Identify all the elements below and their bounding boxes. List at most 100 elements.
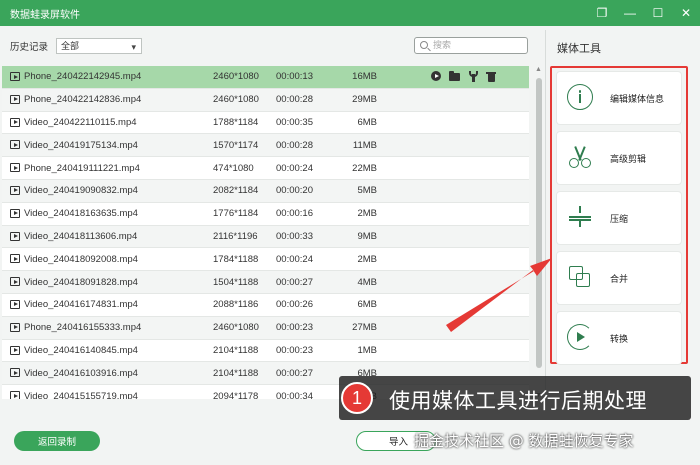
- file-name: Video_240416140845.mp4: [24, 344, 138, 356]
- table-row[interactable]: Video_240416174831.mp4 2088*1186 00:00:26 6…: [2, 293, 529, 317]
- media-tool-button[interactable]: 压缩: [557, 192, 681, 244]
- watermark: 掘金技术社区 @ 数据蛙恢复专家: [414, 432, 634, 450]
- back-to-record-button[interactable]: 返回录制: [14, 431, 100, 451]
- table-row[interactable]: Video_240418113606.mp4 2116*1196 00:00:33 9…: [2, 225, 529, 249]
- file-resolution: 2104*1188: [213, 344, 259, 356]
- info-icon: [567, 84, 593, 110]
- file-size: 22MB: [352, 162, 377, 174]
- file-resolution: 474*1080: [213, 162, 254, 174]
- table-row[interactable]: Video_240418091828.mp4 1504*1188 00:00:27 4…: [2, 271, 529, 294]
- file-size: 11MB: [352, 139, 377, 151]
- file-name: Video_240418091828.mp4: [24, 276, 138, 288]
- folder-icon[interactable]: [449, 71, 460, 81]
- file-name: Video_240416103916.mp4: [24, 367, 138, 379]
- chevron-down-icon: ▾: [131, 42, 136, 52]
- media-tools-title: 媒体工具: [557, 43, 601, 55]
- file-name: Phone_240416155333.mp4: [24, 322, 142, 334]
- history-filter-value: 全部: [61, 41, 80, 51]
- file-name: Video_240422110115.mp4: [24, 116, 137, 128]
- media-tool-label: 编辑媒体信息: [610, 93, 665, 104]
- video-file-icon: [10, 231, 20, 241]
- file-resolution: 1504*1188: [213, 276, 259, 288]
- file-resolution: 2460*1080: [213, 71, 259, 83]
- video-file-icon: [10, 277, 20, 287]
- file-resolution: 2094*1178: [213, 390, 259, 399]
- file-size: 6MB: [357, 116, 377, 128]
- file-duration: 00:00:23: [276, 322, 313, 334]
- file-size: 5MB: [357, 185, 377, 197]
- wrench-icon[interactable]: [468, 71, 478, 82]
- table-row[interactable]: Video_240416140845.mp4 2104*1188 00:00:23 1…: [2, 339, 529, 363]
- media-tool-button[interactable]: 转换: [557, 312, 681, 364]
- scroll-thumb[interactable]: [536, 78, 542, 368]
- file-duration: 00:00:23: [276, 344, 313, 356]
- file-duration: 00:00:27: [276, 276, 313, 288]
- step-badge: 1: [341, 382, 373, 414]
- history-filter-select[interactable]: 全部 ▾: [56, 38, 142, 54]
- file-resolution: 1788*1184: [213, 116, 259, 128]
- file-size: 1MB: [357, 344, 377, 356]
- file-name: Video_240418113606.mp4: [24, 230, 138, 242]
- scissors-icon: [567, 144, 593, 170]
- search-placeholder: 搜索: [433, 40, 452, 50]
- video-file-icon: [10, 72, 20, 81]
- title-bar: 数据蛙录屏软件 ❐ — ☐ ✕: [0, 0, 700, 26]
- video-file-icon: [10, 345, 20, 355]
- file-resolution: 2460*1080: [213, 94, 259, 106]
- history-label: 历史记录: [10, 42, 49, 53]
- video-file-icon: [10, 368, 20, 378]
- table-row[interactable]: Video_240419090832.mp4 2082*1184 00:00:20 5…: [2, 179, 529, 203]
- table-row[interactable]: Video_240422110115.mp4 1788*1184 00:00:35 6…: [2, 111, 529, 135]
- file-resolution: 2104*1188: [213, 367, 259, 379]
- scroll-up-icon[interactable]: ▲: [535, 66, 542, 73]
- file-name: Video_240418163635.mp4: [24, 208, 138, 220]
- media-tool-button[interactable]: 编辑媒体信息: [557, 72, 681, 124]
- video-file-icon: [10, 185, 20, 195]
- file-size: 16MB: [352, 71, 377, 83]
- list-scrollbar[interactable]: ▲ ▼: [535, 66, 543, 399]
- table-row[interactable]: Phone_240422142945.mp4 2460*1080 00:00:13 1…: [2, 66, 529, 89]
- video-file-icon: [10, 94, 20, 104]
- video-file-icon: [10, 140, 20, 150]
- table-row[interactable]: Video_240419175134.mp4 1570*1174 00:00:28 1…: [2, 134, 529, 158]
- table-row[interactable]: Phone_240416155333.mp4 2460*1080 00:00:23 2…: [2, 316, 529, 340]
- file-duration: 00:00:28: [276, 94, 313, 106]
- annotation-caption: 1 使用媒体工具进行后期处理: [339, 376, 691, 420]
- file-name: Video_240419175134.mp4: [24, 139, 138, 151]
- caption-text: 使用媒体工具进行后期处理: [389, 389, 647, 413]
- file-resolution: 2082*1184: [213, 185, 259, 197]
- media-tool-label: 转换: [610, 333, 629, 344]
- file-duration: 00:00:16: [276, 208, 313, 220]
- compress-icon: [567, 204, 593, 230]
- trash-icon[interactable]: [486, 71, 496, 82]
- file-resolution: 1776*1184: [213, 208, 259, 220]
- maximize-icon[interactable]: ☐: [644, 0, 672, 26]
- minimize-icon[interactable]: —: [616, 0, 644, 26]
- media-tool-label: 高级剪辑: [610, 153, 647, 164]
- file-duration: 00:00:28: [276, 139, 313, 151]
- table-row[interactable]: Video_240418163635.mp4 1776*1184 00:00:16 2…: [2, 202, 529, 226]
- play-icon[interactable]: [431, 71, 441, 81]
- video-file-icon: [10, 254, 20, 264]
- file-size: 27MB: [352, 322, 377, 334]
- file-name: Phone_240422142945.mp4: [24, 71, 142, 83]
- file-duration: 00:00:35: [276, 116, 313, 128]
- toolbar: 历史记录 全部 ▾ 搜索: [0, 26, 545, 64]
- table-row[interactable]: Phone_240422142836.mp4 2460*1080 00:00:28 2…: [2, 88, 529, 112]
- restore-icon[interactable]: ❐: [588, 0, 616, 26]
- close-icon[interactable]: ✕: [672, 0, 700, 26]
- video-file-icon: [10, 163, 20, 173]
- video-file-icon: [10, 391, 20, 399]
- media-tool-button[interactable]: 合并: [557, 252, 681, 304]
- table-row[interactable]: Phone_240419111221.mp4 474*1080 00:00:24 22…: [2, 157, 529, 180]
- media-tool-button[interactable]: 高级剪辑: [557, 132, 681, 184]
- media-tools-panel: 编辑媒体信息 高级剪辑压缩合并转换: [550, 66, 688, 364]
- search-icon: [420, 41, 428, 49]
- file-duration: 00:00:24: [276, 253, 313, 265]
- recording-list: Phone_240422142945.mp4 2460*1080 00:00:13 1…: [2, 66, 529, 399]
- table-row[interactable]: Video_240418092008.mp4 1784*1188 00:00:24 2…: [2, 248, 529, 272]
- search-input[interactable]: 搜索: [414, 37, 528, 54]
- file-name: Phone_240419111221.mp4: [24, 162, 140, 174]
- file-resolution: 2088*1186: [213, 299, 259, 311]
- file-name: Phone_240422142836.mp4: [24, 94, 142, 106]
